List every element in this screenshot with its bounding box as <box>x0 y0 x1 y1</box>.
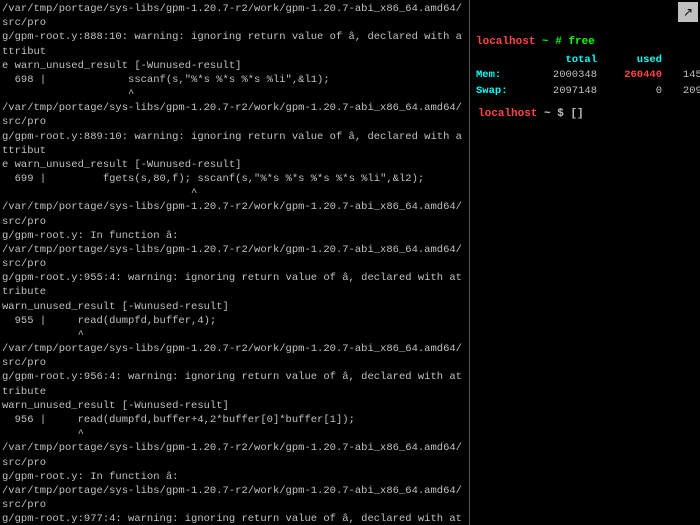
col-total: total <box>531 53 601 69</box>
free-column-headers: total used free <box>476 53 694 69</box>
prompt-cmd-2: [] <box>570 108 583 120</box>
col-used: used <box>601 53 666 69</box>
arrow-icon: ↗ <box>683 5 693 20</box>
col-free: free <box>666 53 700 69</box>
swap-free: 2097148 <box>666 84 700 100</box>
swap-total: 2097148 <box>531 84 601 100</box>
swap-used: 0 <box>601 84 666 100</box>
mem-used: 260440 <box>601 68 666 84</box>
prompt-sym-2: ~ $ <box>537 108 570 120</box>
compile-warnings: /var/tmp/portage/sys-libs/gpm-1.20.7-r2/… <box>2 2 467 525</box>
mem-label: Mem: <box>476 68 531 84</box>
localhost-label-2: localhost <box>478 108 537 120</box>
free-output-panel: localhost ~ # free total used free Mem: … <box>470 30 700 126</box>
prompt-sym-1: ~ # <box>535 36 568 48</box>
free-row-swap: Swap: 2097148 0 2097148 <box>476 84 694 100</box>
prompt-line-2: localhost ~ $ [] <box>476 106 694 123</box>
mem-total: 2000348 <box>531 68 601 84</box>
top-right-corner: ↗ <box>470 0 700 30</box>
free-command: free <box>568 36 594 48</box>
terminal-output: /var/tmp/portage/sys-libs/gpm-1.20.7-r2/… <box>0 0 470 525</box>
swap-label: Swap: <box>476 84 531 100</box>
col-blank <box>476 53 531 69</box>
localhost-label-1: localhost <box>476 36 535 48</box>
free-row-mem: Mem: 2000348 260440 1453598 <box>476 68 694 84</box>
arrow-button[interactable]: ↗ <box>678 2 698 22</box>
mem-free: 1453598 <box>666 68 700 84</box>
free-command-header: localhost ~ # free <box>476 34 694 51</box>
right-panel: ↗ localhost ~ # free total used free Mem… <box>470 0 700 525</box>
